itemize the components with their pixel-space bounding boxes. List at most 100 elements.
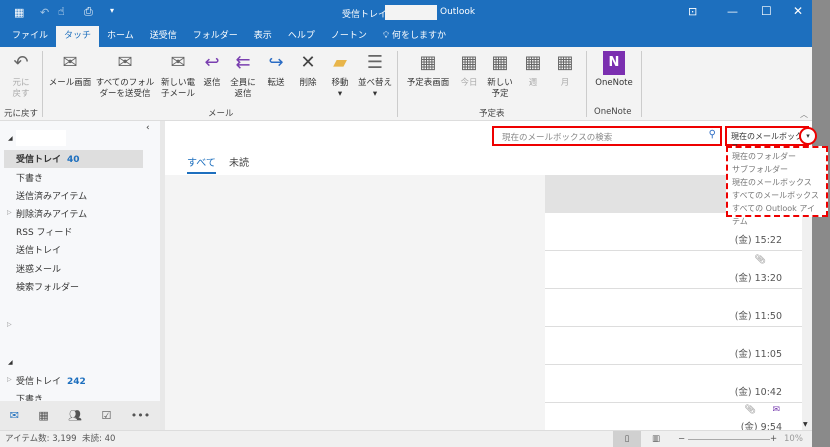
today-button[interactable]: ▦ 今日: [456, 51, 482, 89]
message-row[interactable]: (金) 11:05: [545, 327, 802, 365]
ribbon: ↶ 元に 戻す 元に戻す ✉ メール画面 ✉ すべてのフォルダーを送受信 ✉ 新しい電子メ…: [0, 47, 812, 121]
normal-view-icon[interactable]: ▯: [613, 431, 641, 447]
collapse-pane-icon[interactable]: ‹: [146, 123, 150, 133]
tab-help[interactable]: ヘルプ: [280, 26, 323, 47]
people-icon[interactable]: 👥︎: [68, 409, 82, 422]
maximize-icon[interactable]: ☐: [761, 4, 772, 18]
collapse-ribbon-icon[interactable]: ︿: [800, 109, 808, 120]
folder-outbox[interactable]: 送信トレイ: [16, 243, 61, 256]
label: 転送: [267, 78, 285, 88]
mail-view-button[interactable]: ✉ メール画面: [46, 51, 94, 89]
delete-button[interactable]: ✕ 削除: [295, 51, 321, 89]
tell-me-search[interactable]: 💡︎ 何をしますか: [375, 26, 454, 47]
message-row[interactable]: 📎︎ (金) 13:20: [545, 251, 802, 289]
group-onenote-label: OneNote: [594, 107, 632, 117]
forward-button[interactable]: ↪ 転送: [263, 51, 289, 89]
folder-drafts[interactable]: 下書き: [16, 171, 43, 184]
label: 新しい電子メール: [160, 78, 195, 99]
folder-inbox-2[interactable]: 受信トレイ 242: [16, 374, 86, 387]
search-placeholder: 現在のメールボックスの検索: [502, 133, 613, 143]
undo-icon[interactable]: ↶: [40, 6, 49, 19]
tell-me-label: 何をしますか: [392, 31, 447, 41]
label: 削除: [299, 78, 317, 88]
zoom-level: 10%: [784, 434, 803, 444]
undo-label2: 戻す: [12, 89, 30, 99]
move-button[interactable]: ▰ 移動 ▾: [326, 51, 354, 100]
expand-arrow-icon[interactable]: ◢: [8, 359, 13, 366]
expand-arrow-icon[interactable]: ◢: [8, 135, 13, 142]
message-row[interactable]: (金) 10:42: [545, 365, 802, 403]
reply-button[interactable]: ↩ 返信: [199, 51, 225, 89]
filter-all[interactable]: すべて: [187, 154, 216, 174]
new-appointment-button[interactable]: ▦ 新しい予定: [486, 51, 514, 100]
close-icon[interactable]: ✕: [793, 4, 803, 18]
tasks-icon[interactable]: ☑: [102, 409, 112, 422]
undo-button[interactable]: ↶ 元に 戻す: [6, 51, 36, 100]
folder-rss[interactable]: RSS フィード: [16, 225, 72, 238]
onenote-button[interactable]: N OneNote: [590, 51, 638, 89]
group-mail-label: メール: [208, 109, 234, 119]
sort-button[interactable]: ☰ 並べ替え ▾: [357, 51, 393, 100]
ribbon-tabs: ファイル タッチ ホーム 送受信 フォルダー 表示 ヘルプ ノートン 💡︎ 何を…: [0, 26, 812, 47]
customize-toolbar-icon[interactable]: ▾: [110, 6, 114, 15]
month-button[interactable]: ▦ 月: [552, 51, 578, 89]
expand-arrow-icon[interactable]: ▷: [7, 376, 12, 383]
calendar-view-button[interactable]: ▦ 予定表画面: [402, 51, 454, 89]
folder-deleted[interactable]: 削除済みアイテム: [16, 207, 87, 220]
tab-view[interactable]: 表示: [246, 26, 280, 47]
new-email-button[interactable]: ✉ 新しい電子メール: [160, 51, 196, 100]
touch-mode-icon[interactable]: ☝: [58, 5, 65, 18]
expand-arrow-icon[interactable]: ▷: [7, 209, 12, 216]
tab-touch[interactable]: タッチ: [56, 26, 100, 47]
tab-norton[interactable]: ノートン: [323, 26, 375, 47]
send-receive-all-button[interactable]: ✉ すべてのフォルダーを送受信: [94, 51, 156, 100]
label: 予定表画面: [406, 78, 450, 88]
label: 受信トレイ: [16, 377, 62, 387]
envelope-open-icon: ✉: [62, 52, 78, 73]
scope-option[interactable]: すべての Outlook アイテム: [732, 202, 822, 228]
tab-file[interactable]: ファイル: [4, 26, 56, 47]
search-icon[interactable]: ⚲: [709, 129, 716, 140]
redacted-message-content: [165, 175, 545, 430]
received-time: (金) 11:50: [734, 311, 782, 322]
message-row[interactable]: (金) 11:50: [545, 289, 802, 327]
tab-folder[interactable]: フォルダー: [185, 26, 246, 47]
ribbon-display-icon[interactable]: ⊡: [688, 5, 697, 18]
replied-icon: ✉: [772, 405, 780, 415]
scope-option[interactable]: 現在のフォルダー: [732, 150, 822, 163]
print-icon[interactable]: ⎙: [84, 5, 93, 19]
expand-arrow-icon[interactable]: ▷: [7, 321, 12, 328]
zoom-out-icon[interactable]: −: [678, 431, 685, 447]
zoom-in-icon[interactable]: +: [770, 431, 777, 447]
week-button[interactable]: ▦ 週: [520, 51, 546, 89]
reply-icon: ↩: [204, 52, 220, 73]
month-icon: ▦: [556, 52, 574, 73]
tab-send-receive[interactable]: 送受信: [142, 26, 185, 47]
folder-search[interactable]: 検索フォルダー: [16, 280, 79, 293]
calendar-icon[interactable]: ▦: [38, 409, 48, 422]
scroll-down-icon[interactable]: ▼: [803, 421, 808, 428]
minimize-icon[interactable]: —: [727, 5, 738, 18]
search-scope-dropdown[interactable]: 現在のメールボックス: [725, 126, 809, 152]
chevron-down-icon[interactable]: ▾: [799, 127, 817, 145]
scope-option[interactable]: サブフォルダー: [732, 163, 822, 176]
scope-option[interactable]: すべてのメールボックス: [732, 189, 822, 202]
mail-icon[interactable]: ✉: [10, 409, 19, 422]
folder-inbox[interactable]: 受信トレイ 40: [16, 152, 80, 165]
reply-all-button[interactable]: ⇇ 全員に返信: [229, 51, 257, 100]
message-row[interactable]: 📎︎ ✉ (金) 9:54: [545, 403, 802, 430]
scope-option[interactable]: 現在のメールボックス: [732, 176, 822, 189]
zoom-slider[interactable]: [688, 439, 770, 440]
forward-icon: ↪: [268, 52, 284, 73]
folder-sent[interactable]: 送信済みアイテム: [16, 189, 87, 202]
unread-count: 未読: 40: [82, 434, 116, 444]
label: メール画面: [48, 78, 92, 88]
folder-junk[interactable]: 迷惑メール: [16, 262, 61, 275]
search-input[interactable]: 現在のメールボックスの検索 ⚲: [492, 126, 722, 146]
tab-home[interactable]: ホーム: [99, 26, 142, 47]
more-icon[interactable]: •••: [131, 409, 150, 422]
reply-all-icon: ⇇: [235, 52, 251, 73]
filter-unread[interactable]: 未読: [229, 154, 249, 169]
received-time: (金) 11:05: [734, 349, 782, 360]
reading-view-icon[interactable]: ▥: [652, 431, 660, 447]
